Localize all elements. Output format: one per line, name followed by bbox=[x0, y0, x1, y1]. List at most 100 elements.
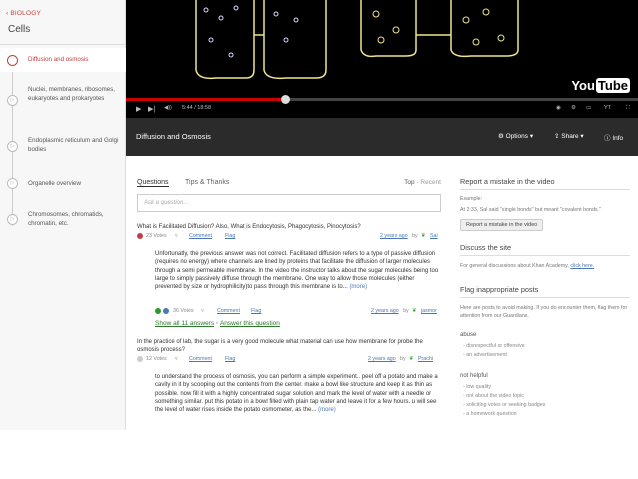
play-icon[interactable]: ▶ bbox=[136, 105, 141, 113]
share-button[interactable]: ⇪ Share ▾ bbox=[554, 132, 584, 140]
abuse-item: - an advertisement bbox=[463, 352, 507, 358]
breadcrumb-biology[interactable]: ‹ BIOLOGY bbox=[6, 10, 41, 17]
post-date[interactable]: 2 years ago bbox=[380, 233, 408, 239]
comment-link[interactable]: Comment bbox=[217, 308, 240, 314]
report-mistake-button[interactable]: Report a mistake in the video bbox=[460, 219, 544, 231]
sidebar-item-label: Organelle overview bbox=[28, 180, 81, 187]
video-title: Diffusion and Osmosis bbox=[136, 132, 211, 141]
settings-icon[interactable]: ⚙ bbox=[571, 105, 576, 111]
question-meta: 23 Votes ▿ Comment Flag 2 years ago by ❦… bbox=[137, 232, 441, 241]
tab-tips-thanks[interactable]: Tips & Thanks bbox=[185, 179, 229, 186]
comment-link[interactable]: Comment bbox=[189, 356, 212, 362]
sidebar-item-label: Diffusion and osmosis bbox=[28, 56, 89, 63]
more-link[interactable]: (more) bbox=[349, 284, 367, 290]
comment-link[interactable]: Comment bbox=[189, 233, 212, 239]
sidebar-item-chromosomes[interactable]: ▷ Chromosomes, chromatids, chromatin, et… bbox=[0, 206, 126, 234]
sort-recent[interactable]: Recent bbox=[420, 179, 441, 186]
ask-question-input[interactable]: Ask a question... bbox=[137, 194, 441, 212]
sort-top[interactable]: Top bbox=[404, 179, 414, 186]
youtube-logo-tube: Tube bbox=[595, 78, 630, 93]
author-link[interactable]: Sai bbox=[430, 233, 438, 239]
by-label: by bbox=[412, 233, 418, 239]
vote-down-icon[interactable]: ▿ bbox=[201, 308, 204, 314]
youtube-small-icon[interactable]: YT bbox=[604, 105, 611, 111]
flag-posts-heading: Flag inappropriate posts bbox=[460, 285, 630, 298]
by-label: by bbox=[403, 308, 409, 314]
show-all-answers-link[interactable]: Show all 11 answers bbox=[155, 320, 214, 327]
answer-this-question-link[interactable]: Answer this question bbox=[220, 320, 280, 327]
info-button[interactable]: ⓘ Info bbox=[604, 132, 623, 142]
answer-links: Show all 11 answers · Answer this questi… bbox=[155, 320, 280, 327]
page: ‹ BIOLOGY Cells Diffusion and osmosis ▷ … bbox=[0, 0, 638, 479]
flag-link[interactable]: Flag bbox=[251, 308, 261, 314]
answer-body: to understand the process of osmosis, yo… bbox=[155, 374, 438, 414]
video-progress-bar[interactable] bbox=[126, 95, 638, 104]
vote-up-icon[interactable] bbox=[137, 233, 143, 239]
leaf-icon: ❦ bbox=[421, 233, 426, 239]
play-circle-icon: ▷ bbox=[7, 214, 18, 225]
question-meta: 12 Votes ▿ Comment Flag 2 years ago by ❦… bbox=[137, 355, 441, 364]
sort-options: Top · Recent bbox=[404, 179, 441, 186]
info-label: Info bbox=[612, 135, 624, 142]
post-date[interactable]: 2 years ago bbox=[368, 356, 396, 362]
vote-count: 12 Votes bbox=[146, 356, 167, 362]
sidebar-item-label: Endoplasmic reticulum and Golgi bodies bbox=[28, 137, 119, 153]
sidebar-title: Cells bbox=[8, 24, 31, 35]
vote-down-icon[interactable]: ▿ bbox=[175, 233, 178, 239]
post-date[interactable]: 2 years ago bbox=[371, 308, 399, 314]
report-mistake-heading: Report a mistake in the video bbox=[460, 177, 630, 190]
discuss-site-text: For general discussions about Khan Acade… bbox=[460, 263, 630, 271]
vote-up-icon[interactable] bbox=[137, 356, 143, 362]
report-example-label: Example: bbox=[460, 196, 483, 202]
vote-down-icon[interactable]: ▿ bbox=[175, 356, 178, 362]
discuss-site-body: For general discussions about Khan Acade… bbox=[460, 263, 569, 269]
sidebar-item-label: Nuclei, membranes, ribosomes, eukaryotes… bbox=[28, 86, 115, 102]
video-player[interactable]: You Tube ▶ ▶| ◀)) 5:44 / 18:58 ◉ ⚙ ▭ YT ⛶ bbox=[126, 0, 638, 118]
not-helpful-heading: not helpful bbox=[460, 373, 488, 379]
vote-count: 36 Votes bbox=[173, 308, 194, 314]
play-circle-icon: ▷ bbox=[7, 178, 18, 189]
youtube-logo-you: You bbox=[571, 78, 595, 93]
play-circle-icon: ▷ bbox=[7, 95, 18, 106]
flag-link[interactable]: Flag bbox=[225, 233, 235, 239]
report-example-text: At 2:33, Sal said "single bonds" but mea… bbox=[460, 207, 601, 213]
flag-link[interactable]: Flag bbox=[225, 356, 235, 362]
video-title-bar: Diffusion and Osmosis ⚙ Options ▾ ⇪ Shar… bbox=[126, 118, 638, 156]
answer-body: Unfortunatly, the previous answer was no… bbox=[155, 251, 439, 291]
vote-up-icon[interactable] bbox=[155, 308, 161, 314]
author-link[interactable]: Prachi bbox=[418, 356, 433, 362]
leaf-icon: ❦ bbox=[409, 356, 414, 362]
not-helpful-item: - not about the video topic bbox=[463, 393, 524, 399]
fullscreen-icon[interactable]: ⛶ bbox=[626, 105, 630, 112]
sidebar-divider bbox=[0, 44, 126, 45]
sidebar-item-label: Chromosomes, chromatids, chromatin, etc. bbox=[28, 211, 104, 227]
options-button[interactable]: ⚙ Options ▾ bbox=[498, 132, 533, 140]
volume-icon[interactable]: ◀)) bbox=[164, 105, 172, 111]
watch-later-icon[interactable]: ▭ bbox=[586, 105, 591, 111]
sidebar-item-diffusion-osmosis[interactable]: Diffusion and osmosis bbox=[0, 48, 126, 72]
answer-meta: 36 Votes ▿ Comment Flag 2 years ago by ❦… bbox=[155, 307, 441, 316]
video-controls: ▶ ▶| ◀)) 5:44 / 18:58 ◉ ⚙ ▭ YT ⛶ bbox=[126, 104, 638, 116]
next-icon[interactable]: ▶| bbox=[148, 105, 155, 113]
discuss-site-heading: Discuss the site bbox=[460, 243, 630, 256]
captions-icon[interactable]: ◉ bbox=[556, 105, 561, 111]
video-frame-drawing bbox=[195, 0, 519, 80]
not-helpful-item: - a homework question bbox=[463, 411, 517, 417]
vote-status-icon bbox=[163, 308, 169, 314]
vote-count: 23 Votes bbox=[146, 233, 167, 239]
video-scrubber-knob[interactable] bbox=[280, 95, 290, 104]
tab-questions[interactable]: Questions bbox=[137, 179, 169, 187]
click-here-link[interactable]: click here. bbox=[570, 263, 594, 269]
sort-separator: · bbox=[416, 179, 419, 186]
video-progress-fill bbox=[126, 98, 285, 101]
sidebar-item-nuclei-membranes[interactable]: ▷ Nuclei, membranes, ribosomes, eukaryot… bbox=[0, 82, 126, 122]
share-label: Share ▾ bbox=[561, 133, 584, 140]
question-text: In the practice of lab, the sugar is a v… bbox=[137, 339, 423, 353]
not-helpful-item: - soliciting votes or seeking badges bbox=[463, 402, 546, 408]
gear-icon: ⚙ bbox=[498, 133, 506, 140]
answer-text: to understand the process of osmosis, yo… bbox=[155, 373, 441, 414]
more-link[interactable]: (more) bbox=[318, 407, 336, 413]
sidebar-item-organelle-overview[interactable]: ▷ Organelle overview bbox=[0, 174, 126, 194]
sidebar-item-endoplasmic-reticulum[interactable]: ▷ Endoplasmic reticulum and Golgi bodies bbox=[0, 132, 126, 162]
author-link[interactable]: jasmor bbox=[421, 308, 437, 314]
